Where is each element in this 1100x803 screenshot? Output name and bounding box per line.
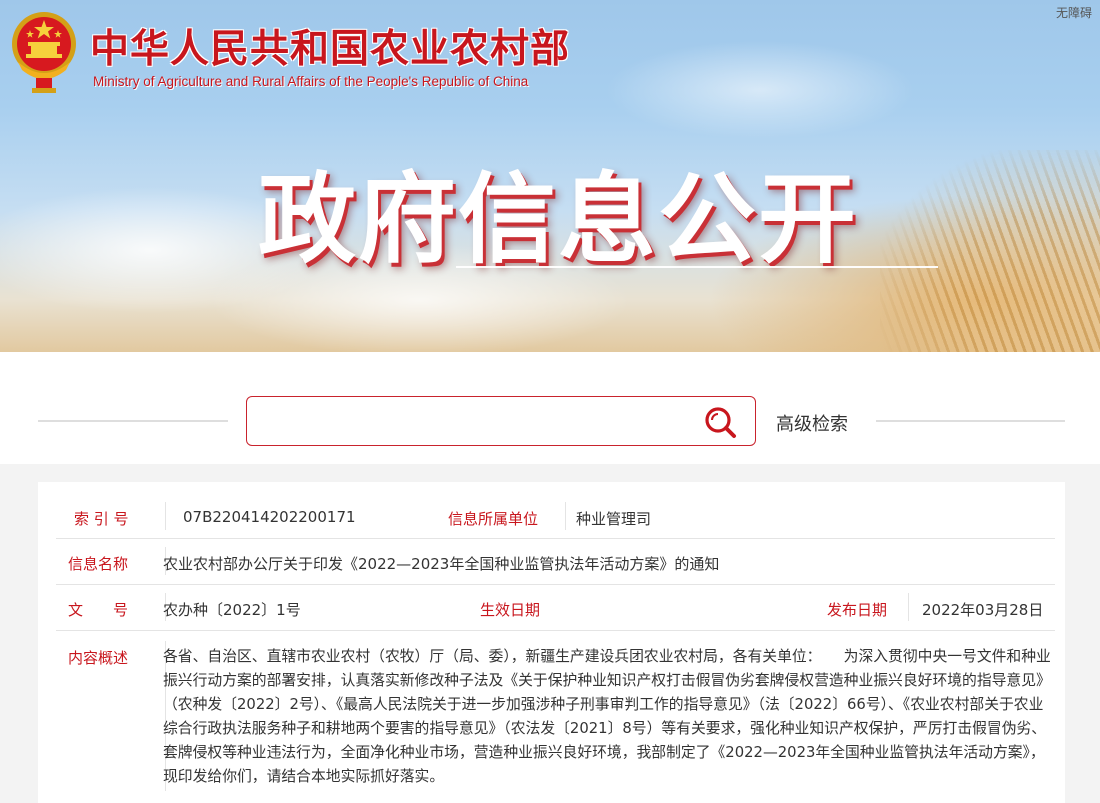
- header-banner: 中华人民共和国农业农村部 Ministry of Agriculture and…: [0, 0, 1100, 352]
- unit-value: 种业管理司: [576, 510, 652, 528]
- index-label: 索 引 号: [74, 510, 129, 528]
- search-decor-line-right: [876, 420, 1065, 422]
- doc-number-value: 农办种〔2022〕1号: [163, 601, 301, 619]
- column-divider: [165, 502, 166, 530]
- banner-divider: [456, 266, 938, 268]
- info-row-index: 索 引 号 07B220414202200171 信息所属单位 种业管理司: [56, 494, 1055, 539]
- doc-number-label: 文 号: [68, 601, 129, 619]
- publish-date-label: 发布日期: [827, 601, 888, 619]
- search-section: 高级检索: [0, 352, 1100, 464]
- info-row-name: 信息名称 农业农村部办公厅关于印发《2022—2023年全国种业监管执法年活动方…: [56, 539, 1055, 585]
- banner-title: 政府信息公开: [258, 163, 859, 277]
- search-decor-line-left: [38, 420, 228, 422]
- index-value: 07B220414202200171: [183, 508, 356, 526]
- accessibility-link[interactable]: 无障碍: [1056, 4, 1092, 21]
- effective-date-label: 生效日期: [480, 601, 541, 619]
- search-box[interactable]: [246, 396, 756, 446]
- summary-text: 各省、自治区、直辖市农业农村（农牧）厅（局、委），新疆生产建设兵团农业农村局，各…: [163, 648, 1051, 785]
- org-name-english[interactable]: Ministry of Agriculture and Rural Affair…: [93, 74, 528, 89]
- national-emblem-icon[interactable]: [8, 8, 80, 94]
- advanced-search-link[interactable]: 高级检索: [776, 410, 848, 436]
- search-icon[interactable]: [703, 405, 739, 439]
- column-divider: [565, 502, 566, 530]
- column-divider: [908, 593, 909, 621]
- name-label: 信息名称: [68, 555, 129, 573]
- unit-label: 信息所属单位: [448, 510, 539, 528]
- info-table: 索 引 号 07B220414202200171 信息所属单位 种业管理司 信息…: [38, 482, 1065, 803]
- summary-label: 内容概述: [68, 649, 129, 667]
- wheat-decoration: [880, 150, 1100, 352]
- org-name[interactable]: 中华人民共和国农业农村部: [90, 18, 570, 74]
- publish-date-value: 2022年03月28日: [922, 601, 1044, 619]
- info-row-summary: 内容概述 各省、自治区、直辖市农业农村（农牧）厅（局、委），新疆生产建设兵团农业…: [56, 631, 1055, 803]
- name-value: 农业农村部办公厅关于印发《2022—2023年全国种业监管执法年活动方案》的通知: [163, 555, 720, 573]
- info-row-doc: 文 号 农办种〔2022〕1号 生效日期 发布日期 2022年03月28日: [56, 585, 1055, 631]
- search-input[interactable]: [257, 405, 691, 439]
